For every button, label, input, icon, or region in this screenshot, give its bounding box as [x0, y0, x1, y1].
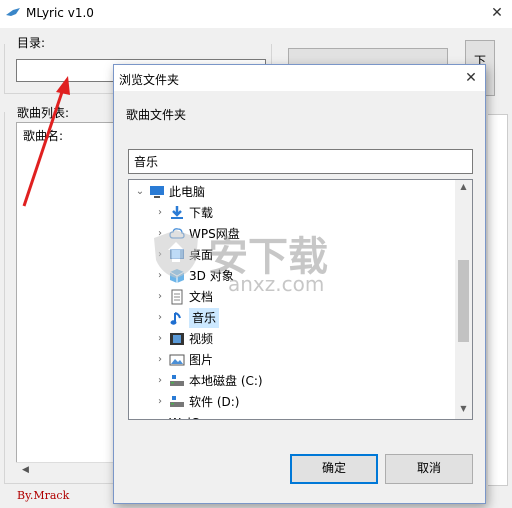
scroll-left-icon[interactable]: ◀ — [22, 462, 34, 478]
shield-logo-icon — [154, 230, 198, 278]
tree-item-10[interactable]: › 软件 (D:) — [129, 392, 455, 412]
dialog-description: 歌曲文件夹 — [126, 108, 187, 122]
chevron-right-icon[interactable]: › — [155, 350, 165, 370]
drive-icon — [170, 375, 184, 386]
song-list-label: 歌曲列表: — [17, 104, 72, 121]
scroll-down-icon[interactable]: ▼ — [455, 404, 472, 418]
right-panel — [488, 114, 508, 486]
picture-icon — [169, 354, 185, 366]
tree-item-label: WeiC... — [169, 413, 211, 419]
tree-item-label: 视频 — [189, 332, 214, 346]
ok-button[interactable]: 确定 — [290, 454, 378, 484]
chevron-right-icon[interactable]: › — [155, 329, 165, 349]
scroll-up-icon[interactable]: ▲ — [455, 182, 472, 196]
music-icon — [170, 312, 181, 325]
chevron-right-icon[interactable]: › — [155, 392, 165, 412]
chevron-down-icon[interactable]: ⌄ — [135, 182, 145, 202]
close-icon[interactable]: ✕ — [488, 4, 506, 22]
tree-item-label: 图片 — [189, 353, 214, 367]
scroll-thumb[interactable] — [458, 260, 469, 342]
tree-item-11[interactable]: › WeiC... — [129, 413, 455, 420]
download-icon — [171, 206, 183, 219]
tree-item-label: 本地磁盘 (C:) — [189, 374, 263, 388]
tree-item-0[interactable]: ⌄ 此电脑 — [129, 182, 455, 202]
song-name-header: 歌曲名: — [23, 129, 64, 143]
tree-item-label: 音乐 — [189, 308, 220, 328]
tree-item-7[interactable]: › 视频 — [129, 329, 455, 349]
tree-item-6[interactable]: › 音乐 — [129, 308, 455, 328]
folder-icon — [149, 415, 165, 420]
song-list[interactable] — [16, 122, 118, 478]
dialog-close-icon[interactable]: ✕ — [462, 69, 480, 87]
tree-item-label: 此电脑 — [169, 185, 206, 199]
chevron-right-icon[interactable]: › — [135, 413, 145, 419]
tree-item-label: 软件 (D:) — [189, 395, 240, 409]
dialog-title: 浏览文件夹 — [119, 73, 180, 87]
tree-item-9[interactable]: › 本地磁盘 (C:) — [129, 371, 455, 391]
window-title: MLyric v1.0 — [26, 6, 94, 20]
cancel-button[interactable]: 取消 — [385, 454, 473, 484]
computer-icon — [150, 186, 164, 198]
folder-path-input[interactable]: 音乐 — [128, 149, 473, 174]
chevron-right-icon[interactable]: › — [155, 371, 165, 391]
author-signature: By.Mrack — [17, 489, 70, 502]
app-icon — [6, 8, 20, 16]
watermark: 安下载 anxz.com — [150, 220, 380, 300]
chevron-right-icon[interactable]: › — [155, 308, 165, 328]
video-icon — [170, 333, 184, 345]
drive-icon — [170, 396, 184, 407]
directory-label: 目录: — [17, 34, 48, 51]
watermark-subtext: anxz.com — [228, 272, 325, 296]
tree-item-8[interactable]: › 图片 — [129, 350, 455, 370]
